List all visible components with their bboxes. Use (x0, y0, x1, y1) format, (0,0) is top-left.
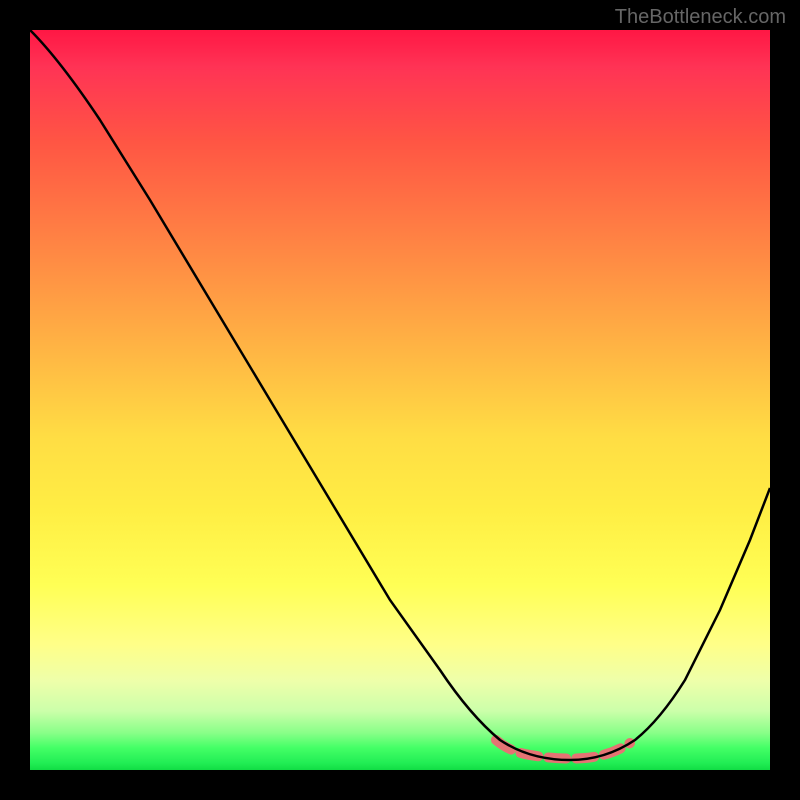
chart-area (30, 30, 770, 770)
watermark-text: TheBottleneck.com (615, 6, 786, 29)
bottleneck-curve-line (30, 30, 770, 760)
chart-svg (30, 30, 770, 770)
